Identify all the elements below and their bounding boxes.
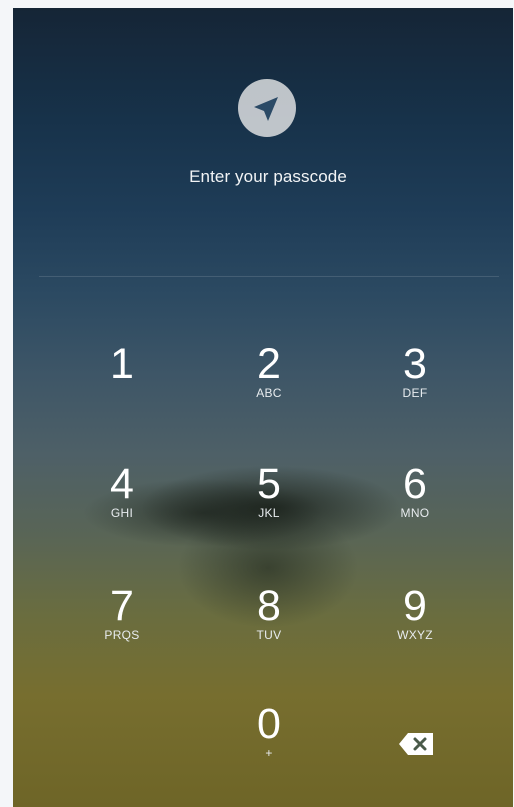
key-0[interactable]: 0 + <box>214 702 324 792</box>
passcode-entry-line[interactable] <box>39 276 499 277</box>
key-letters: DEF <box>402 386 428 400</box>
key-2[interactable]: 2 ABC <box>214 342 324 432</box>
key-9[interactable]: 9 WXYZ <box>360 584 470 674</box>
key-1[interactable]: 1 <box>67 342 177 432</box>
key-digit: 8 <box>257 582 281 630</box>
passcode-prompt: Enter your passcode <box>189 167 347 186</box>
key-5[interactable]: 5 JKL <box>214 462 324 552</box>
backspace-icon <box>399 733 433 755</box>
key-letters: ABC <box>256 386 282 400</box>
key-digit: 0 <box>257 700 281 748</box>
key-8[interactable]: 8 TUV <box>214 584 324 674</box>
key-letters: WXYZ <box>397 628 433 642</box>
key-digit: 3 <box>403 340 427 388</box>
key-letters: TUV <box>256 628 282 642</box>
key-digit: 4 <box>110 460 134 508</box>
key-letters: MNO <box>400 506 430 520</box>
key-digit: 5 <box>257 460 281 508</box>
key-4[interactable]: 4 GHI <box>67 462 177 552</box>
key-digit: 9 <box>403 582 427 630</box>
key-letters: JKL <box>258 506 280 520</box>
key-letters: PRQS <box>104 628 140 642</box>
key-3[interactable]: 3 DEF <box>360 342 470 432</box>
key-digit: 1 <box>110 340 134 388</box>
key-letters: GHI <box>110 506 134 520</box>
key-digit: 6 <box>403 460 427 508</box>
paper-plane-icon <box>238 79 296 137</box>
delete-button[interactable] <box>394 726 440 762</box>
key-digit: 2 <box>257 340 281 388</box>
key-6[interactable]: 6 MNO <box>360 462 470 552</box>
key-digit: 7 <box>110 582 134 630</box>
key-7[interactable]: 7 PRQS <box>67 584 177 674</box>
key-letters: + <box>265 746 273 760</box>
lock-screen: Enter your passcode 1 2 ABC 3 DEF 4 GHI … <box>13 8 513 807</box>
